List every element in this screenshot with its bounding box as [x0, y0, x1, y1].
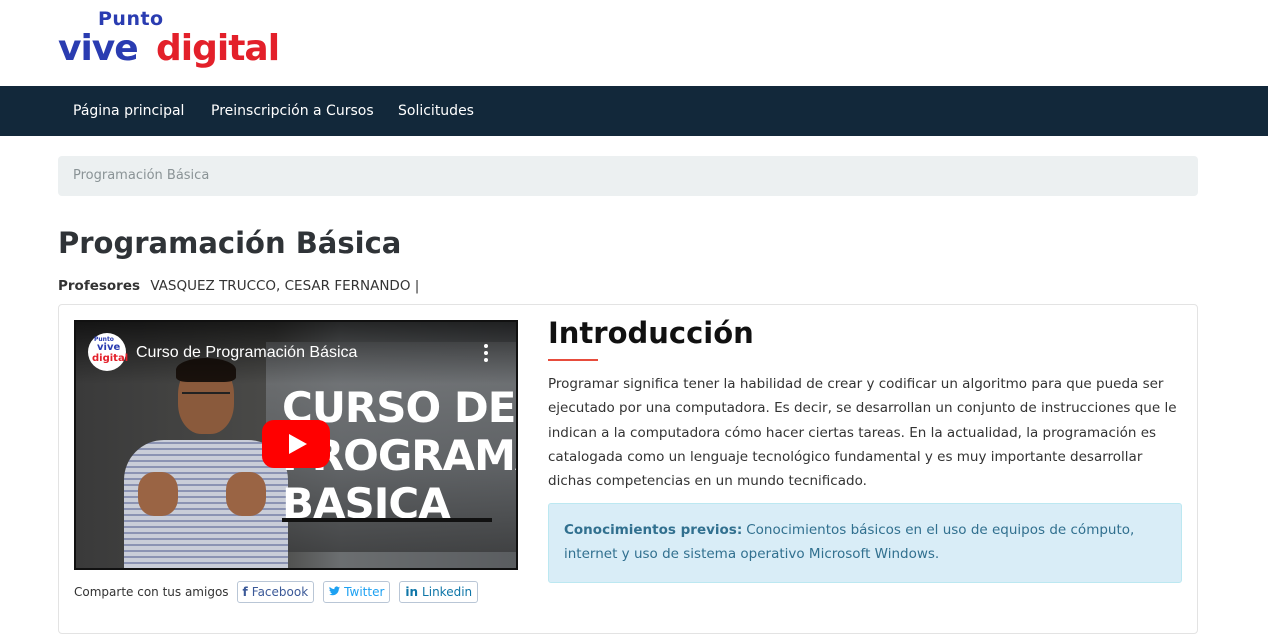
- video-title-link[interactable]: Curso de Programación Básica: [136, 344, 357, 362]
- share-linkedin-label: Linkedin: [422, 585, 473, 599]
- main-navbar: Página principal Preinscripción a Cursos…: [0, 86, 1268, 136]
- professors-value: VASQUEZ TRUCCO, CESAR FERNANDO |: [150, 278, 420, 294]
- share-label: Comparte con tus amigos: [74, 585, 229, 599]
- share-linkedin-button[interactable]: in Linkedin: [399, 581, 479, 603]
- facebook-icon: f: [242, 585, 248, 599]
- nav-item-preinscription[interactable]: Preinscripción a Cursos: [211, 86, 374, 136]
- channel-avatar-mid: vive: [97, 342, 121, 353]
- share-twitter-label: Twitter: [344, 585, 385, 599]
- channel-avatar-bottom: digital: [92, 353, 129, 364]
- share-twitter-button[interactable]: Twitter: [323, 581, 391, 603]
- twitter-icon: [329, 582, 341, 602]
- logo-digital-text: digital: [156, 28, 280, 69]
- more-options-icon[interactable]: [484, 344, 488, 362]
- prerequisites-alert: Conocimientos previos: Conocimientos bási…: [548, 503, 1182, 583]
- professors-label: Profesores: [58, 278, 141, 294]
- site-logo[interactable]: Punto vive digital: [58, 6, 298, 78]
- nav-item-home[interactable]: Página principal: [73, 86, 184, 136]
- breadcrumb: Programación Básica: [58, 156, 1198, 196]
- intro-heading: Introducción: [548, 316, 754, 350]
- breadcrumb-current: Programación Básica: [73, 168, 210, 183]
- channel-avatar[interactable]: Punto vive digital: [88, 333, 129, 371]
- linkedin-icon: in: [405, 585, 419, 599]
- prerequisites-label: Conocimientos previos:: [564, 522, 743, 538]
- site-header: Punto vive digital: [0, 0, 1268, 86]
- video-overlay-underline: [282, 518, 492, 522]
- intro-body: Programar significa tener la habilidad d…: [548, 376, 1177, 490]
- play-button-icon[interactable]: [262, 420, 330, 468]
- professors-line: Profesores VASQUEZ TRUCCO, CESAR FERNAND…: [58, 278, 419, 294]
- share-bar: Comparte con tus amigos f Facebook Twitt…: [74, 581, 487, 603]
- page-title: Programación Básica: [58, 226, 402, 260]
- nav-item-requests[interactable]: Solicitudes: [398, 86, 474, 136]
- intro-heading-underline: [548, 359, 598, 361]
- logo-punto-text: Punto: [98, 8, 164, 30]
- video-player[interactable]: CURSO DE PROGRAMACION BASICA Punto vive …: [74, 320, 518, 570]
- share-facebook-label: Facebook: [251, 585, 309, 599]
- logo-vive-text: vive: [58, 28, 139, 69]
- share-facebook-button[interactable]: f Facebook: [236, 581, 315, 603]
